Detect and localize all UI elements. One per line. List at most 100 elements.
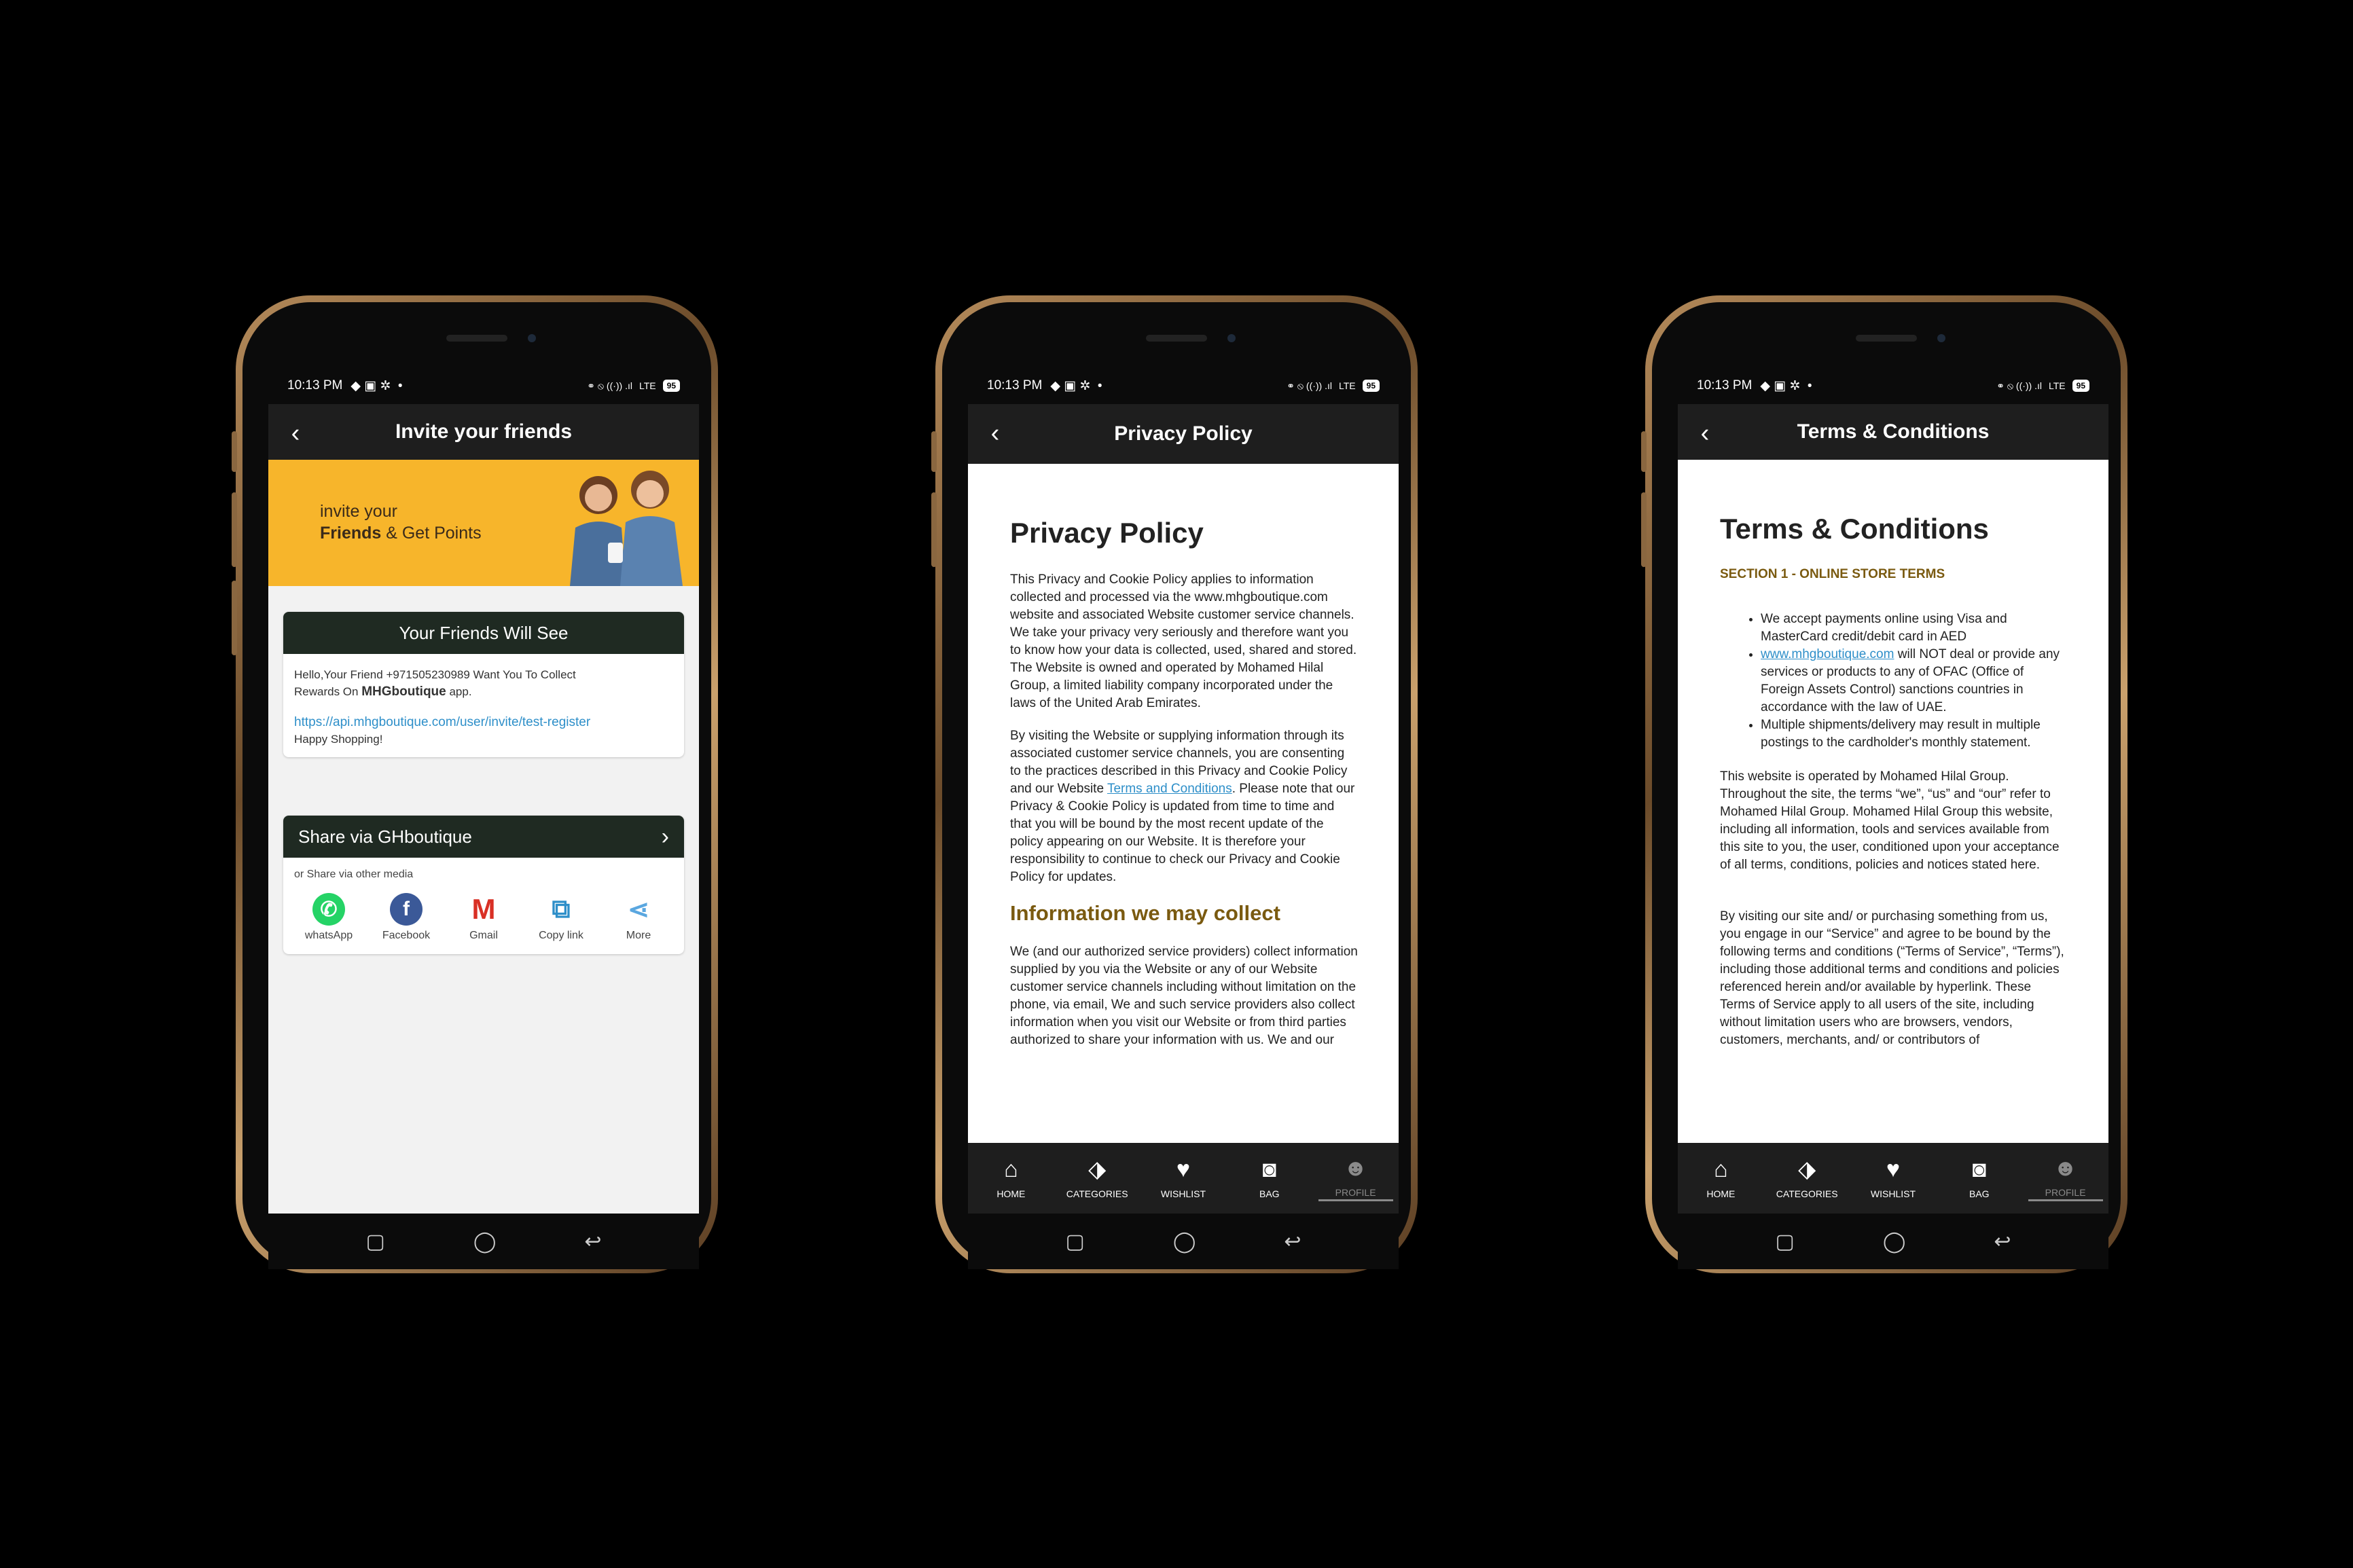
- paragraph: By visiting our site and/ or purchasing …: [1720, 909, 2064, 1047]
- status-bar: 10:13 PM ◆ ▣ ✲ • ⚭ ⦸ ((·)) .ıl LTE 95: [1678, 367, 2108, 404]
- phone-frame: 10:13 PM ◆ ▣ ✲ • ⚭ ⦸ ((·)) .ıl LTE 95 ‹ Ter…: [1652, 302, 2121, 1269]
- back-arrow-icon[interactable]: ‹: [281, 416, 310, 450]
- share-copy-link[interactable]: ⧉ Copy link: [527, 893, 595, 942]
- app-bar: ‹ Privacy Policy: [968, 404, 1399, 464]
- share-more[interactable]: ⋖ More: [605, 893, 672, 942]
- terms-link[interactable]: Terms and Conditions: [1107, 782, 1232, 796]
- nav-label: CATEGORIES: [1066, 1188, 1128, 1199]
- recent-apps-icon[interactable]: ▢: [365, 1230, 384, 1254]
- speaker: [1146, 335, 1207, 342]
- front-camera: [1227, 334, 1236, 342]
- system-back-icon[interactable]: ↩: [1994, 1230, 2011, 1254]
- nav-wishlist[interactable]: ♥ WISHLIST: [1146, 1157, 1221, 1199]
- side-button: [1641, 431, 1647, 472]
- share-whatsapp[interactable]: ✆ whatsApp: [295, 893, 363, 942]
- speaker: [446, 335, 507, 342]
- bag-icon: ◙: [1262, 1156, 1277, 1182]
- app-bar: ‹ Invite your friends: [268, 404, 699, 460]
- recent-apps-icon[interactable]: ▢: [1065, 1230, 1084, 1254]
- bullet-item: www.mhgboutique.com will NOT deal or pro…: [1761, 646, 2068, 716]
- invite-message: Hello,Your Friend +971505230989 Want You…: [283, 654, 684, 757]
- network-label: LTE: [2049, 380, 2066, 391]
- nav-categories[interactable]: ⬗ CATEGORIES: [1770, 1157, 1844, 1199]
- chevron-right-icon: ›: [661, 823, 669, 850]
- message-line-1: Hello,Your Friend +971505230989 Want You…: [294, 668, 576, 681]
- share-gmail[interactable]: M Gmail: [450, 893, 518, 942]
- bullet-item: We accept payments online using Visa and…: [1761, 610, 2068, 646]
- home-icon: ⌂: [1004, 1156, 1018, 1182]
- nav-home[interactable]: ⌂ HOME: [973, 1157, 1048, 1199]
- gmail-icon: M: [467, 893, 500, 926]
- invite-link[interactable]: https://api.mhgboutique.com/user/invite/…: [294, 714, 673, 731]
- friends-will-see-card: Your Friends Will See Hello,Your Friend …: [283, 612, 684, 757]
- home-circle-icon[interactable]: ◯: [1883, 1230, 1906, 1254]
- nav-bag[interactable]: ◙ BAG: [1942, 1157, 2017, 1199]
- front-camera: [528, 334, 536, 342]
- privacy-document: Privacy Policy This Privacy and Cookie P…: [968, 464, 1399, 1143]
- banner-line-2: Friends & Get Points: [320, 524, 482, 543]
- bottom-nav: ⌂ HOME ⬗ CATEGORIES ♥ WISHLIST ◙ BAG ☻ PROFIL…: [1678, 1143, 2108, 1214]
- nav-label: CATEGORIES: [1776, 1188, 1838, 1199]
- app-bar: ‹ Terms & Conditions: [1678, 404, 2108, 460]
- nav-label: PROFILE: [2045, 1186, 2086, 1198]
- system-back-icon[interactable]: ↩: [1284, 1230, 1301, 1254]
- page-title: Privacy Policy: [1114, 422, 1253, 445]
- banner-rest: & Get Points: [381, 524, 482, 543]
- nav-wishlist[interactable]: ♥ WISHLIST: [1856, 1157, 1930, 1199]
- share-label: Copy link: [539, 930, 583, 941]
- screen: 10:13 PM ◆ ▣ ✲ • ⚭ ⦸ ((·)) .ıl LTE 95 ‹ Pri…: [968, 367, 1399, 1269]
- home-circle-icon[interactable]: ◯: [1173, 1230, 1196, 1254]
- share-facebook[interactable]: f Facebook: [372, 893, 440, 942]
- system-back-icon[interactable]: ↩: [584, 1230, 601, 1254]
- nav-label: WISHLIST: [1870, 1188, 1916, 1199]
- side-button: [1641, 492, 1647, 567]
- system-nav-bar: ▢ ◯ ↩: [968, 1214, 1399, 1269]
- nav-bag[interactable]: ◙ BAG: [1232, 1157, 1307, 1199]
- signal-icons: ⚭ ⦸ ((·)) .ıl: [1996, 380, 2042, 391]
- message-line-2b: app.: [446, 685, 472, 698]
- nav-home[interactable]: ⌂ HOME: [1683, 1157, 1758, 1199]
- side-button: [931, 431, 937, 472]
- signal-icons: ⚭ ⦸ ((·)) .ıl: [1287, 380, 1332, 391]
- front-camera: [1937, 334, 1945, 342]
- nav-label: PROFILE: [1335, 1186, 1376, 1198]
- page-title: Terms & Conditions: [1797, 420, 1990, 443]
- back-arrow-icon[interactable]: ‹: [980, 416, 1010, 450]
- notification-icons: ◆ ▣ ✲ •: [1050, 378, 1102, 393]
- share-title: Share via GHboutique: [298, 826, 472, 847]
- phone-frame: 10:13 PM ◆ ▣ ✲ • ⚭ ⦸ ((·)) .ıl LTE 95 ‹ Pri…: [942, 302, 1411, 1269]
- store-link[interactable]: www.mhgboutique.com: [1761, 647, 1894, 661]
- battery-icon: 95: [1362, 380, 1380, 392]
- nav-profile[interactable]: ☻ PROFILE: [1318, 1156, 1393, 1201]
- side-button: [931, 492, 937, 567]
- nav-label: HOME: [996, 1188, 1026, 1199]
- nav-label: BAG: [1969, 1188, 1990, 1199]
- share-via-button[interactable]: Share via GHboutique ›: [283, 816, 684, 858]
- system-nav-bar: ▢ ◯ ↩: [1678, 1214, 2108, 1269]
- paragraph: This website is operated by Mohamed Hila…: [1720, 769, 2060, 872]
- nav-profile[interactable]: ☻ PROFILE: [2028, 1156, 2103, 1201]
- bag-icon: ◙: [1972, 1156, 1987, 1182]
- banner-bold: Friends: [320, 524, 382, 543]
- phone-invite: 10:13 PM ◆ ▣ ✲ • ⚭ ⦸ ((·)) .ıl LTE 95 ‹ Inv…: [232, 295, 718, 1273]
- notification-icons: ◆ ▣ ✲ •: [1760, 378, 1812, 393]
- terms-bullets: We accept payments online using Visa and…: [1720, 610, 2068, 752]
- back-arrow-icon[interactable]: ‹: [1690, 416, 1720, 450]
- heart-icon: ♥: [1176, 1156, 1191, 1182]
- battery-icon: 95: [2072, 380, 2089, 392]
- status-bar: 10:13 PM ◆ ▣ ✲ • ⚭ ⦸ ((·)) .ıl LTE 95: [968, 367, 1399, 404]
- recent-apps-icon[interactable]: ▢: [1775, 1230, 1794, 1254]
- document-heading: Terms & Conditions: [1720, 513, 1989, 545]
- battery-icon: 95: [662, 380, 680, 392]
- section-title: SECTION 1 - ONLINE STORE TERMS: [1720, 567, 1945, 581]
- network-label: LTE: [639, 380, 656, 391]
- system-nav-bar: ▢ ◯ ↩: [268, 1214, 699, 1269]
- notification-icons: ◆ ▣ ✲ •: [351, 378, 403, 393]
- side-button: [232, 431, 237, 472]
- page-title: Invite your friends: [395, 420, 573, 443]
- bullet-item: Multiple shipments/delivery may result i…: [1761, 716, 2068, 752]
- whatsapp-icon: ✆: [312, 893, 345, 926]
- home-circle-icon[interactable]: ◯: [473, 1230, 497, 1254]
- nav-label: WISHLIST: [1160, 1188, 1206, 1199]
- nav-categories[interactable]: ⬗ CATEGORIES: [1060, 1157, 1134, 1199]
